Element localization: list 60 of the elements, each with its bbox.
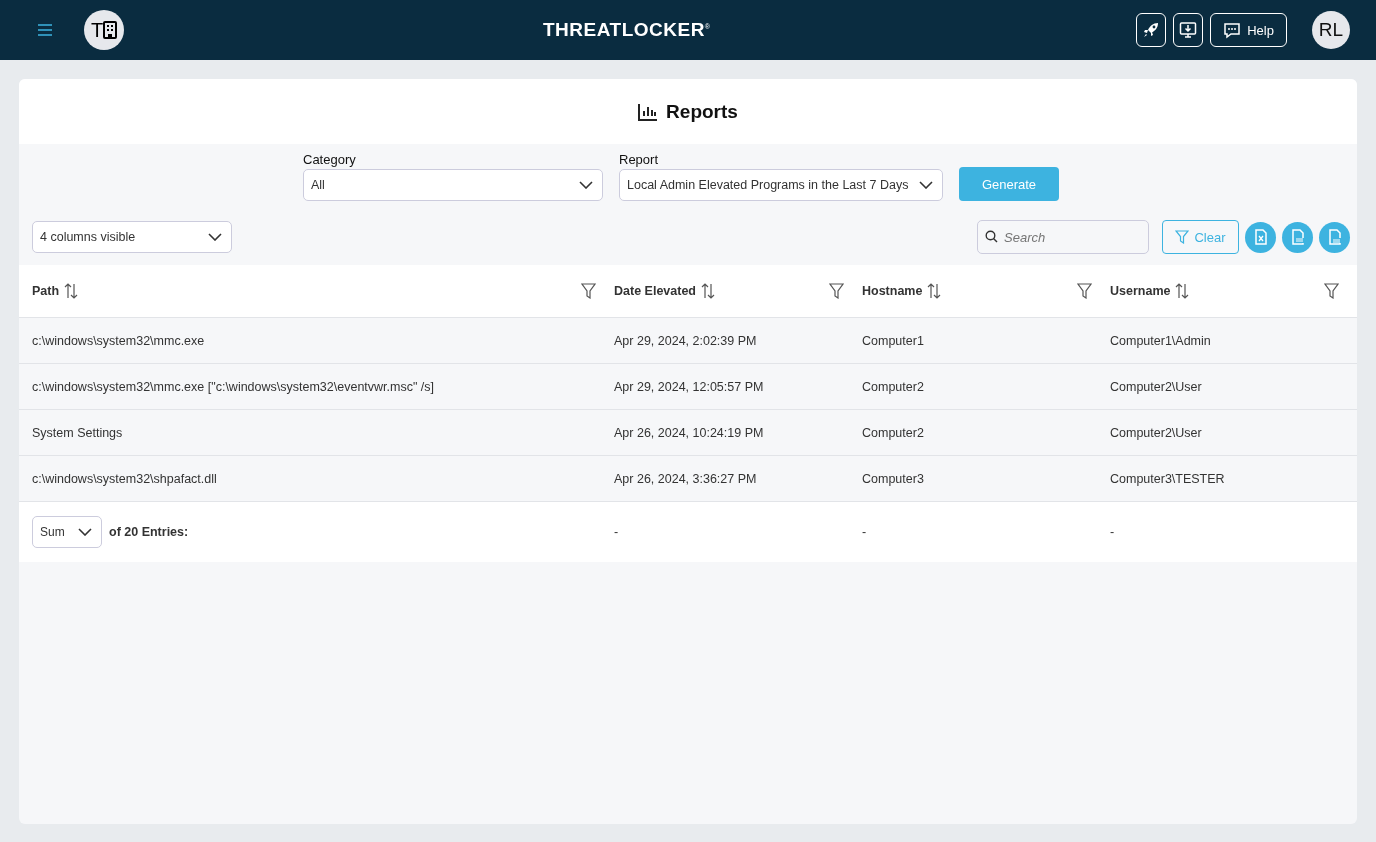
table-cell: Apr 29, 2024, 2:02:39 PM — [614, 333, 757, 348]
chat-icon — [1223, 21, 1242, 39]
table-cell: c:\windows\system32\shpafact.dll — [32, 471, 217, 486]
table-cell: Computer2\User — [1110, 379, 1202, 394]
filter-icon[interactable] — [1324, 283, 1339, 299]
table-cell: Apr 29, 2024, 12:05:57 PM — [614, 379, 764, 394]
csv-file-icon — [1327, 229, 1342, 245]
table-cell: c:\windows\system32\mmc.exe ["c:\windows\system32\eventvwr.msc" /s] — [32, 379, 435, 394]
column-header[interactable]: Path — [32, 284, 60, 298]
menu-icon[interactable] — [37, 24, 53, 36]
sort-icon[interactable] — [701, 283, 715, 299]
footer-cell: - — [1110, 525, 1115, 539]
chevron-down-icon — [78, 528, 92, 536]
chevron-down-icon — [208, 233, 222, 241]
sort-icon[interactable] — [64, 283, 79, 299]
table-cell: Computer2 — [862, 425, 924, 440]
rocket-icon — [1142, 21, 1160, 39]
bar-chart-icon — [638, 102, 659, 121]
column-header[interactable]: Username — [1110, 284, 1171, 298]
download-button[interactable] — [1173, 13, 1203, 47]
filter-icon[interactable] — [1077, 283, 1092, 299]
help-button[interactable]: Help — [1210, 13, 1287, 47]
pdf-file-icon — [1290, 229, 1305, 245]
search-icon — [985, 230, 998, 243]
excel-file-icon — [1254, 229, 1267, 245]
report-label: Report — [619, 152, 660, 167]
column-header[interactable]: Date Elevated — [614, 284, 696, 298]
footer-cell: - — [614, 525, 619, 539]
filter-icon[interactable] — [829, 283, 844, 299]
column-header[interactable]: Hostname — [862, 284, 923, 298]
table-cell: Computer1 — [862, 333, 924, 348]
category-dropdown[interactable]: All — [303, 169, 603, 201]
table-cell: Computer2\User — [1110, 425, 1202, 440]
sort-icon[interactable] — [927, 283, 942, 299]
footer-cell: - — [862, 525, 867, 539]
entries-count: of 20 Entries: — [109, 525, 189, 539]
aggregate-dropdown[interactable]: Sum — [32, 516, 102, 548]
table-cell: c:\windows\system32\mmc.exe — [32, 333, 205, 348]
chevron-down-icon — [919, 181, 933, 189]
page-title: Reports — [666, 100, 738, 123]
table-cell: Computer3\TESTER — [1110, 471, 1225, 486]
category-label: Category — [303, 152, 357, 167]
organization-avatar[interactable]: T — [84, 10, 124, 50]
table-cell: Computer3 — [862, 471, 924, 486]
columns-dropdown[interactable]: 4 columns visible — [32, 221, 232, 253]
table-cell: System Settings — [32, 425, 123, 440]
sort-icon[interactable] — [1175, 283, 1190, 299]
monitor-download-icon — [1179, 21, 1197, 39]
user-avatar[interactable]: RL — [1312, 11, 1350, 49]
table-cell: Computer2 — [862, 379, 924, 394]
table-cell: Computer1\Admin — [1110, 333, 1211, 348]
table-cell: Apr 26, 2024, 3:36:27 PM — [614, 471, 757, 486]
threatlocker-logo: THREATLOCKER$^{®}$ — [543, 19, 711, 41]
rocket-button[interactable] — [1136, 13, 1166, 47]
filter-icon[interactable] — [581, 283, 596, 299]
filter-icon — [1175, 230, 1190, 244]
table-cell: Apr 26, 2024, 10:24:19 PM — [614, 425, 764, 440]
search-field[interactable]: Search — [977, 220, 1149, 254]
report-dropdown[interactable]: Local Admin Elevated Programs in the Last 7 Days — [619, 169, 943, 201]
chevron-down-icon — [579, 181, 593, 189]
